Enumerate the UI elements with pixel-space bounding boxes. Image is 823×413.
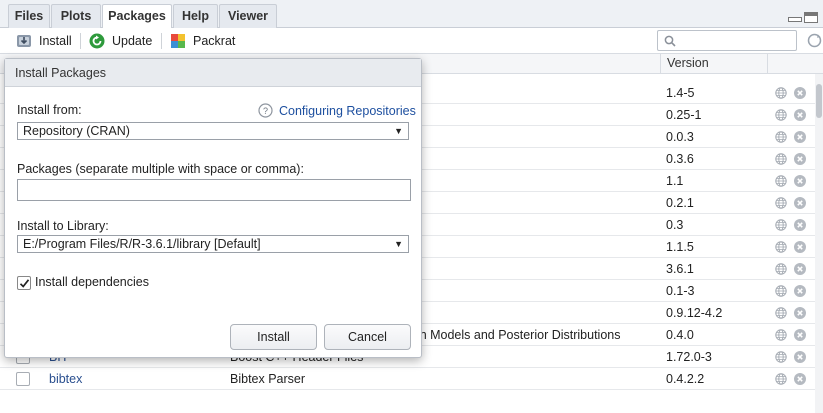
- package-version: 0.1-3: [666, 284, 695, 298]
- install-confirm-button[interactable]: Install: [230, 324, 317, 350]
- globe-icon[interactable]: [775, 175, 787, 187]
- remove-package-icon[interactable]: [794, 109, 806, 121]
- package-version: 1.72.0-3: [666, 350, 712, 364]
- dialog-title: Install Packages: [5, 59, 421, 87]
- globe-icon[interactable]: [775, 241, 787, 253]
- globe-icon[interactable]: [775, 87, 787, 99]
- package-version: 0.25-1: [666, 108, 702, 122]
- remove-package-icon[interactable]: [794, 153, 806, 165]
- package-version: 0.0.3: [666, 130, 694, 144]
- minimize-pane-button[interactable]: [788, 17, 802, 22]
- tab-label: Help: [181, 9, 210, 23]
- install-dependencies-label[interactable]: Install dependencies: [35, 275, 149, 289]
- library-value: E:/Program Files/R/R-3.6.1/library [Defa…: [23, 237, 261, 251]
- install-from-label: Install from:: [17, 103, 82, 117]
- tab-help[interactable]: Help: [173, 4, 218, 28]
- package-version: 1.1: [666, 174, 684, 188]
- remove-package-icon[interactable]: [794, 307, 806, 319]
- globe-icon[interactable]: [775, 263, 787, 275]
- install-dependencies-checkbox[interactable]: [17, 276, 31, 290]
- remove-package-icon[interactable]: [794, 351, 806, 363]
- help-icon[interactable]: ?: [258, 103, 273, 118]
- package-version: 0.2.1: [666, 196, 694, 210]
- remove-package-icon[interactable]: [794, 263, 806, 275]
- update-icon: [89, 33, 105, 49]
- package-version: 0.3.6: [666, 152, 694, 166]
- remove-package-icon[interactable]: [794, 197, 806, 209]
- package-version: 0.4.2.2: [666, 372, 705, 386]
- tab-label: Viewer: [227, 9, 269, 23]
- install-button[interactable]: Install: [16, 32, 74, 50]
- tab-label: Files: [14, 9, 44, 23]
- package-version: 3.6.1: [666, 262, 694, 276]
- remove-package-icon[interactable]: [794, 87, 806, 99]
- packages-toolbar: Install Update Packrat: [0, 28, 823, 54]
- svg-text:?: ?: [263, 106, 268, 116]
- globe-icon[interactable]: [775, 307, 787, 319]
- tab-label: Packages: [108, 9, 166, 23]
- version-column-header[interactable]: Version: [660, 54, 768, 74]
- install-label: Install: [39, 34, 72, 48]
- globe-icon[interactable]: [775, 131, 787, 143]
- packages-label: Packages (separate multiple with space o…: [17, 162, 304, 176]
- tab-files[interactable]: Files: [8, 4, 50, 28]
- update-button[interactable]: Update: [89, 32, 153, 50]
- pane-tab-bar: Files Plots Packages Help Viewer: [0, 0, 823, 29]
- dropdown-arrow-icon: ▼: [394, 239, 403, 249]
- tab-plots[interactable]: Plots: [51, 4, 101, 28]
- packrat-label: Packrat: [193, 34, 236, 48]
- remove-package-icon[interactable]: [794, 241, 806, 253]
- search-icon: [664, 35, 676, 47]
- remove-package-icon[interactable]: [794, 329, 806, 341]
- packrat-button[interactable]: Packrat: [170, 32, 236, 50]
- install-to-library-select[interactable]: E:/Program Files/R/R-3.6.1/library [Defa…: [17, 235, 409, 253]
- configuring-repositories-link[interactable]: Configuring Repositories: [279, 104, 416, 118]
- toolbar-separator: [80, 33, 81, 49]
- tab-viewer[interactable]: Viewer: [219, 4, 277, 28]
- packages-input[interactable]: [17, 179, 411, 201]
- tab-label: Plots: [60, 9, 92, 23]
- scrollbar-thumb[interactable]: [816, 84, 822, 118]
- globe-icon[interactable]: [775, 219, 787, 231]
- install-to-library-label: Install to Library:: [17, 219, 109, 233]
- remove-package-icon[interactable]: [794, 175, 806, 187]
- remove-package-icon[interactable]: [794, 373, 806, 385]
- globe-icon[interactable]: [775, 373, 787, 385]
- dropdown-arrow-icon: ▼: [394, 126, 403, 136]
- package-search-input[interactable]: [657, 30, 797, 51]
- install-from-select[interactable]: Repository (CRAN) ▼: [17, 122, 409, 140]
- package-name-link[interactable]: bibtex: [49, 368, 82, 390]
- install-packages-dialog: Install Packages Install from: ? Configu…: [4, 58, 422, 358]
- maximize-pane-button[interactable]: [804, 12, 818, 23]
- checkmark-icon: [19, 279, 30, 288]
- globe-icon[interactable]: [775, 197, 787, 209]
- package-version: 1.4-5: [666, 86, 695, 100]
- cancel-button[interactable]: Cancel: [324, 324, 411, 350]
- table-scrollbar[interactable]: [815, 74, 823, 413]
- package-version: 0.4.0: [666, 328, 694, 342]
- package-version: 0.9.12-4.2: [666, 306, 723, 320]
- package-description: Bibtex Parser: [230, 372, 306, 386]
- package-checkbox[interactable]: [16, 372, 30, 386]
- package-version: 0.3: [666, 218, 684, 232]
- package-version: 1.1.5: [666, 240, 694, 254]
- remove-package-icon[interactable]: [794, 131, 806, 143]
- update-label: Update: [112, 34, 153, 48]
- globe-icon[interactable]: [775, 329, 787, 341]
- install-from-value: Repository (CRAN): [23, 124, 130, 138]
- globe-icon[interactable]: [775, 285, 787, 297]
- refresh-icon[interactable]: [806, 32, 823, 49]
- globe-icon[interactable]: [775, 109, 787, 121]
- remove-package-icon[interactable]: [794, 285, 806, 297]
- install-icon: [17, 35, 31, 47]
- table-row: bibtex Bibtex Parser 0.4.2.2: [0, 368, 815, 390]
- packrat-icon: [171, 34, 185, 48]
- toolbar-separator: [161, 33, 162, 49]
- remove-package-icon[interactable]: [794, 219, 806, 231]
- globe-icon[interactable]: [775, 351, 787, 363]
- tab-packages[interactable]: Packages: [102, 4, 172, 29]
- globe-icon[interactable]: [775, 153, 787, 165]
